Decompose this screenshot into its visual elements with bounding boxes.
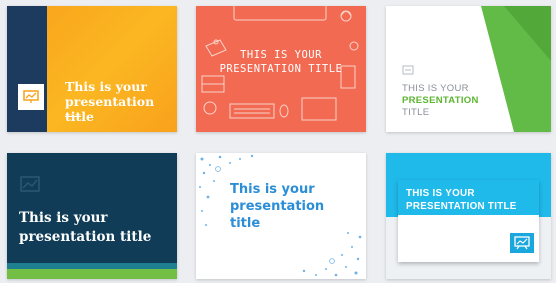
slide-title-line3: TITLE — [402, 107, 430, 118]
slide-title: This is your presentation title — [65, 79, 155, 124]
slide-title: THIS IS YOUR PRESENTATION TITLE — [406, 188, 517, 212]
template-card-dots[interactable]: This is your presentation title — [196, 153, 366, 279]
template-card-cyan[interactable]: THIS IS YOUR PRESENTATION TITLE — [386, 153, 551, 279]
presentation-board-icon — [18, 84, 44, 110]
template-card-navy[interactable]: This is your presentation title — [7, 153, 177, 279]
slide-title-line2: PRESENTATION — [402, 95, 479, 106]
left-band — [7, 6, 47, 132]
slide-title: THIS IS YOUR PRESENTATION TITLE — [219, 49, 343, 75]
template-card-coral[interactable]: THIS IS YOUR PRESENTATION TITLE — [196, 6, 366, 132]
slide-title: This is your presentation title — [230, 182, 325, 231]
green-stripe — [7, 269, 177, 279]
template-card-green[interactable]: THIS IS YOUR PRESENTATION TITLE — [386, 6, 551, 132]
slide-title: This is your presentation title — [19, 210, 152, 245]
slide-title-line1: THIS IS YOUR — [402, 83, 469, 94]
chart-board-icon — [510, 233, 534, 253]
template-card-orange[interactable]: This is your presentation title — [7, 6, 177, 132]
title-underline — [65, 116, 81, 117]
